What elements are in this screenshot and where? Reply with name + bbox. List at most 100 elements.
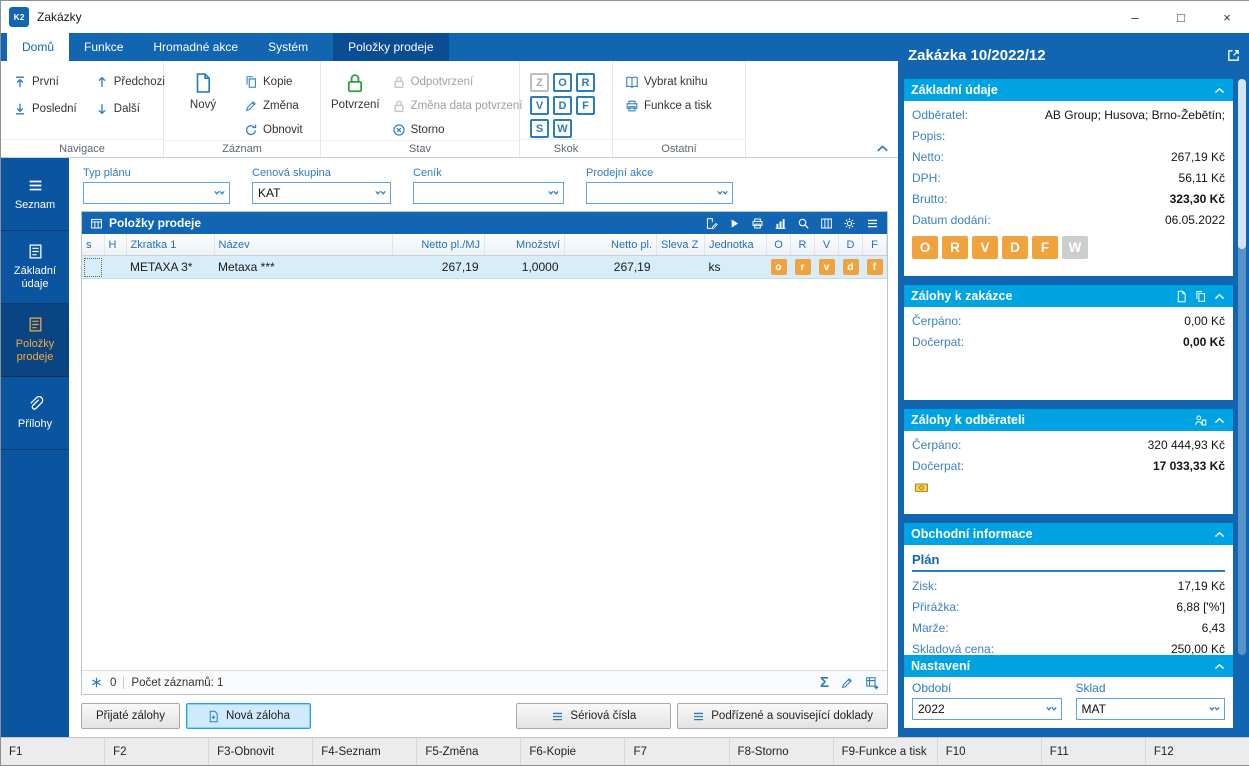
letter-f-button[interactable]: F xyxy=(1032,236,1058,259)
grid-plus-icon[interactable] xyxy=(865,676,879,690)
column-header[interactable]: s xyxy=(82,234,105,256)
next-button[interactable]: Další xyxy=(93,99,167,119)
chevron-up-icon[interactable] xyxy=(1213,86,1226,95)
chevron-up-icon[interactable] xyxy=(1213,530,1226,539)
jump-v-button[interactable]: V xyxy=(530,96,549,115)
jump-o-button[interactable]: O xyxy=(553,73,572,92)
fkey-f10[interactable]: F10 xyxy=(938,738,1042,765)
search-icon[interactable] xyxy=(797,217,810,230)
section-header-nastaveni[interactable]: Nastavení xyxy=(904,655,1233,677)
fkey-f7[interactable]: F7 xyxy=(625,738,730,765)
columns-icon[interactable] xyxy=(820,217,833,230)
section-header-obchodni[interactable]: Obchodní informace xyxy=(904,523,1233,545)
letter-r-button[interactable]: R xyxy=(942,236,968,259)
sidebar-item-prilohy[interactable]: Přílohy xyxy=(1,377,69,450)
fkey-f5[interactable]: F5-Změna xyxy=(417,738,522,765)
fkey-f11[interactable]: F11 xyxy=(1042,738,1146,765)
column-header[interactable]: Množství xyxy=(484,234,565,256)
sidebar-item-polozky-prodeje[interactable]: Položky prodeje xyxy=(1,304,69,377)
tab-funkce[interactable]: Funkce xyxy=(69,33,138,61)
jump-r-button[interactable]: R xyxy=(576,73,595,92)
functions-print-button[interactable]: Funkce a tisk xyxy=(623,96,714,116)
pick-book-button[interactable]: Vybrat knihu xyxy=(623,72,710,92)
chevron-up-icon[interactable] xyxy=(1213,292,1226,301)
fkey-f3[interactable]: F3-Obnovit xyxy=(209,738,314,765)
seriova-cisla-button[interactable]: Sériová čísla xyxy=(516,703,672,729)
play-icon[interactable] xyxy=(728,217,741,230)
cenova-skupina-select[interactable]: KAT xyxy=(252,182,391,204)
menu-icon[interactable] xyxy=(866,217,879,230)
column-header[interactable]: H xyxy=(104,234,127,256)
table-row[interactable]: METAXA 3* Metaxa *** 267,19 1,0000 267,1… xyxy=(82,255,887,279)
expand-icon[interactable] xyxy=(1226,48,1241,63)
typ-planu-select[interactable] xyxy=(83,182,230,204)
section-header-zakladni[interactable]: Základní údaje xyxy=(904,79,1233,101)
column-header[interactable]: V xyxy=(814,234,839,256)
section-header-zalohy-odberatel[interactable]: Zálohy k odběrateli xyxy=(904,409,1233,431)
column-header[interactable]: Sleva Z xyxy=(656,234,705,256)
nova-zaloha-button[interactable]: Nová záloha xyxy=(186,703,311,729)
tab-system[interactable]: Systém xyxy=(253,33,323,61)
minimize-button[interactable]: – xyxy=(1112,1,1158,33)
cenik-select[interactable] xyxy=(413,182,564,204)
copy-button[interactable]: Kopie xyxy=(242,72,294,92)
sum-icon[interactable]: Σ xyxy=(820,675,829,690)
sklad-select[interactable]: MAT xyxy=(1075,698,1225,720)
column-header[interactable]: Název xyxy=(214,234,393,256)
sidebar-item-seznam[interactable]: Seznam xyxy=(1,158,69,231)
panel-scrollbar[interactable] xyxy=(1238,79,1246,655)
fkey-f1[interactable]: F1 xyxy=(1,738,106,765)
edit-pencil-icon[interactable] xyxy=(840,676,854,690)
maximize-button[interactable]: □ xyxy=(1158,1,1204,33)
first-button[interactable]: První xyxy=(11,72,79,92)
customer-deposits-icon[interactable] xyxy=(1194,414,1207,427)
chart-icon[interactable] xyxy=(774,217,787,230)
letter-o-button[interactable]: O xyxy=(912,236,938,259)
chevron-up-icon[interactable] xyxy=(1213,416,1226,425)
jump-s-button[interactable]: S xyxy=(530,119,549,138)
column-header[interactable]: Zkratka 1 xyxy=(126,234,215,256)
podrizene-doklady-button[interactable]: Podřízené a související doklady xyxy=(677,703,888,729)
tab-domu[interactable]: Domů xyxy=(7,33,70,61)
fkey-f4[interactable]: F4-Seznam xyxy=(313,738,418,765)
jump-w-button[interactable]: W xyxy=(553,119,572,138)
section-header-zalohy-zakazka[interactable]: Zálohy k zakázce xyxy=(904,285,1233,307)
fkey-f9[interactable]: F9-Funkce a tisk xyxy=(834,738,938,765)
tab-hromadne-akce[interactable]: Hromadné akce xyxy=(138,33,253,61)
close-button[interactable]: × xyxy=(1204,1,1249,33)
prodejni-akce-select[interactable] xyxy=(586,182,733,204)
confirm-button[interactable]: Potvrzení xyxy=(331,68,380,140)
jump-d-button[interactable]: D xyxy=(553,96,572,115)
letter-d-button[interactable]: D xyxy=(1002,236,1028,259)
column-header[interactable]: Netto pl./MJ xyxy=(392,234,485,256)
sidebar-item-zakladni-udaje[interactable]: Základní údaje xyxy=(1,231,69,304)
column-header[interactable]: D xyxy=(838,234,863,256)
fkey-f2[interactable]: F2 xyxy=(105,738,210,765)
edit-icon[interactable] xyxy=(705,217,718,230)
new-button[interactable]: Nový xyxy=(174,68,232,140)
refresh-button[interactable]: Obnovit xyxy=(242,120,305,140)
prijate-zalohy-button[interactable]: Přijaté zálohy xyxy=(81,703,181,729)
tab-polozky-prodeje[interactable]: Položky prodeje xyxy=(333,33,449,61)
scrollbar-thumb[interactable] xyxy=(1238,79,1246,249)
chevron-up-icon[interactable] xyxy=(1213,662,1226,671)
previous-button[interactable]: Předchozi xyxy=(93,72,167,92)
column-header[interactable]: O xyxy=(766,234,791,256)
deposit-copy-icon[interactable] xyxy=(1194,290,1207,303)
deposit-doc-icon[interactable] xyxy=(1175,290,1188,303)
obdobi-select[interactable]: 2022 xyxy=(912,698,1062,720)
change-button[interactable]: Změna xyxy=(242,96,301,116)
settings-icon[interactable] xyxy=(843,217,856,230)
column-header[interactable]: Jednotka xyxy=(704,234,767,256)
jump-f-button[interactable]: F xyxy=(576,96,595,115)
grid-empty-area[interactable] xyxy=(82,279,887,670)
fkey-f12[interactable]: F12 xyxy=(1146,738,1249,765)
print-icon[interactable] xyxy=(751,217,764,230)
column-header[interactable]: Netto pl. xyxy=(564,234,657,256)
fkey-f8[interactable]: F8-Storno xyxy=(730,738,834,765)
fkey-f6[interactable]: F6-Kopie xyxy=(521,738,626,765)
column-header[interactable]: F xyxy=(862,234,887,256)
ribbon-collapse-icon[interactable] xyxy=(875,143,890,154)
last-button[interactable]: Poslední xyxy=(11,99,79,119)
column-header[interactable]: R xyxy=(790,234,815,256)
